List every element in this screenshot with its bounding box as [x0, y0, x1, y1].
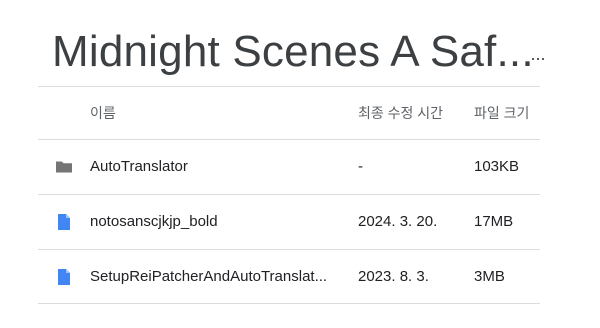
file-icon	[54, 212, 74, 232]
file-name: AutoTranslator	[90, 158, 188, 175]
folder-title: Midnight Scenes A Saf...	[52, 27, 534, 76]
file-row[interactable]: AutoTranslator - 103KB	[38, 139, 540, 194]
file-list: 이름 최종 수정 시간 파일 크기 AutoTranslator - 103KB…	[38, 86, 540, 304]
file-list-header: 이름 최종 수정 시간 파일 크기	[38, 86, 540, 139]
file-row[interactable]: notosanscjkjp_bold 2024. 3. 20. 17MB	[38, 194, 540, 249]
more-options-button[interactable]: ...	[528, 44, 548, 64]
file-size: 103KB	[474, 158, 520, 175]
file-modified: -	[358, 158, 363, 175]
file-modified: 2023. 8. 3.	[358, 267, 429, 285]
folder-icon	[54, 157, 74, 177]
file-modified: 2024. 3. 20.	[358, 213, 438, 230]
file-row[interactable]: SetupReiPatcherAndAutoTranslat... 2023. …	[38, 249, 540, 304]
file-name: SetupReiPatcherAndAutoTranslat...	[90, 267, 328, 285]
column-header-modified[interactable]: 최종 수정 시간	[358, 103, 470, 123]
file-size: 3MB	[474, 267, 505, 285]
column-header-name[interactable]: 이름	[90, 103, 356, 123]
file-size: 17MB	[474, 213, 514, 230]
file-icon	[54, 267, 74, 287]
column-header-size[interactable]: 파일 크기	[474, 103, 540, 123]
file-name: notosanscjkjp_bold	[90, 213, 218, 230]
